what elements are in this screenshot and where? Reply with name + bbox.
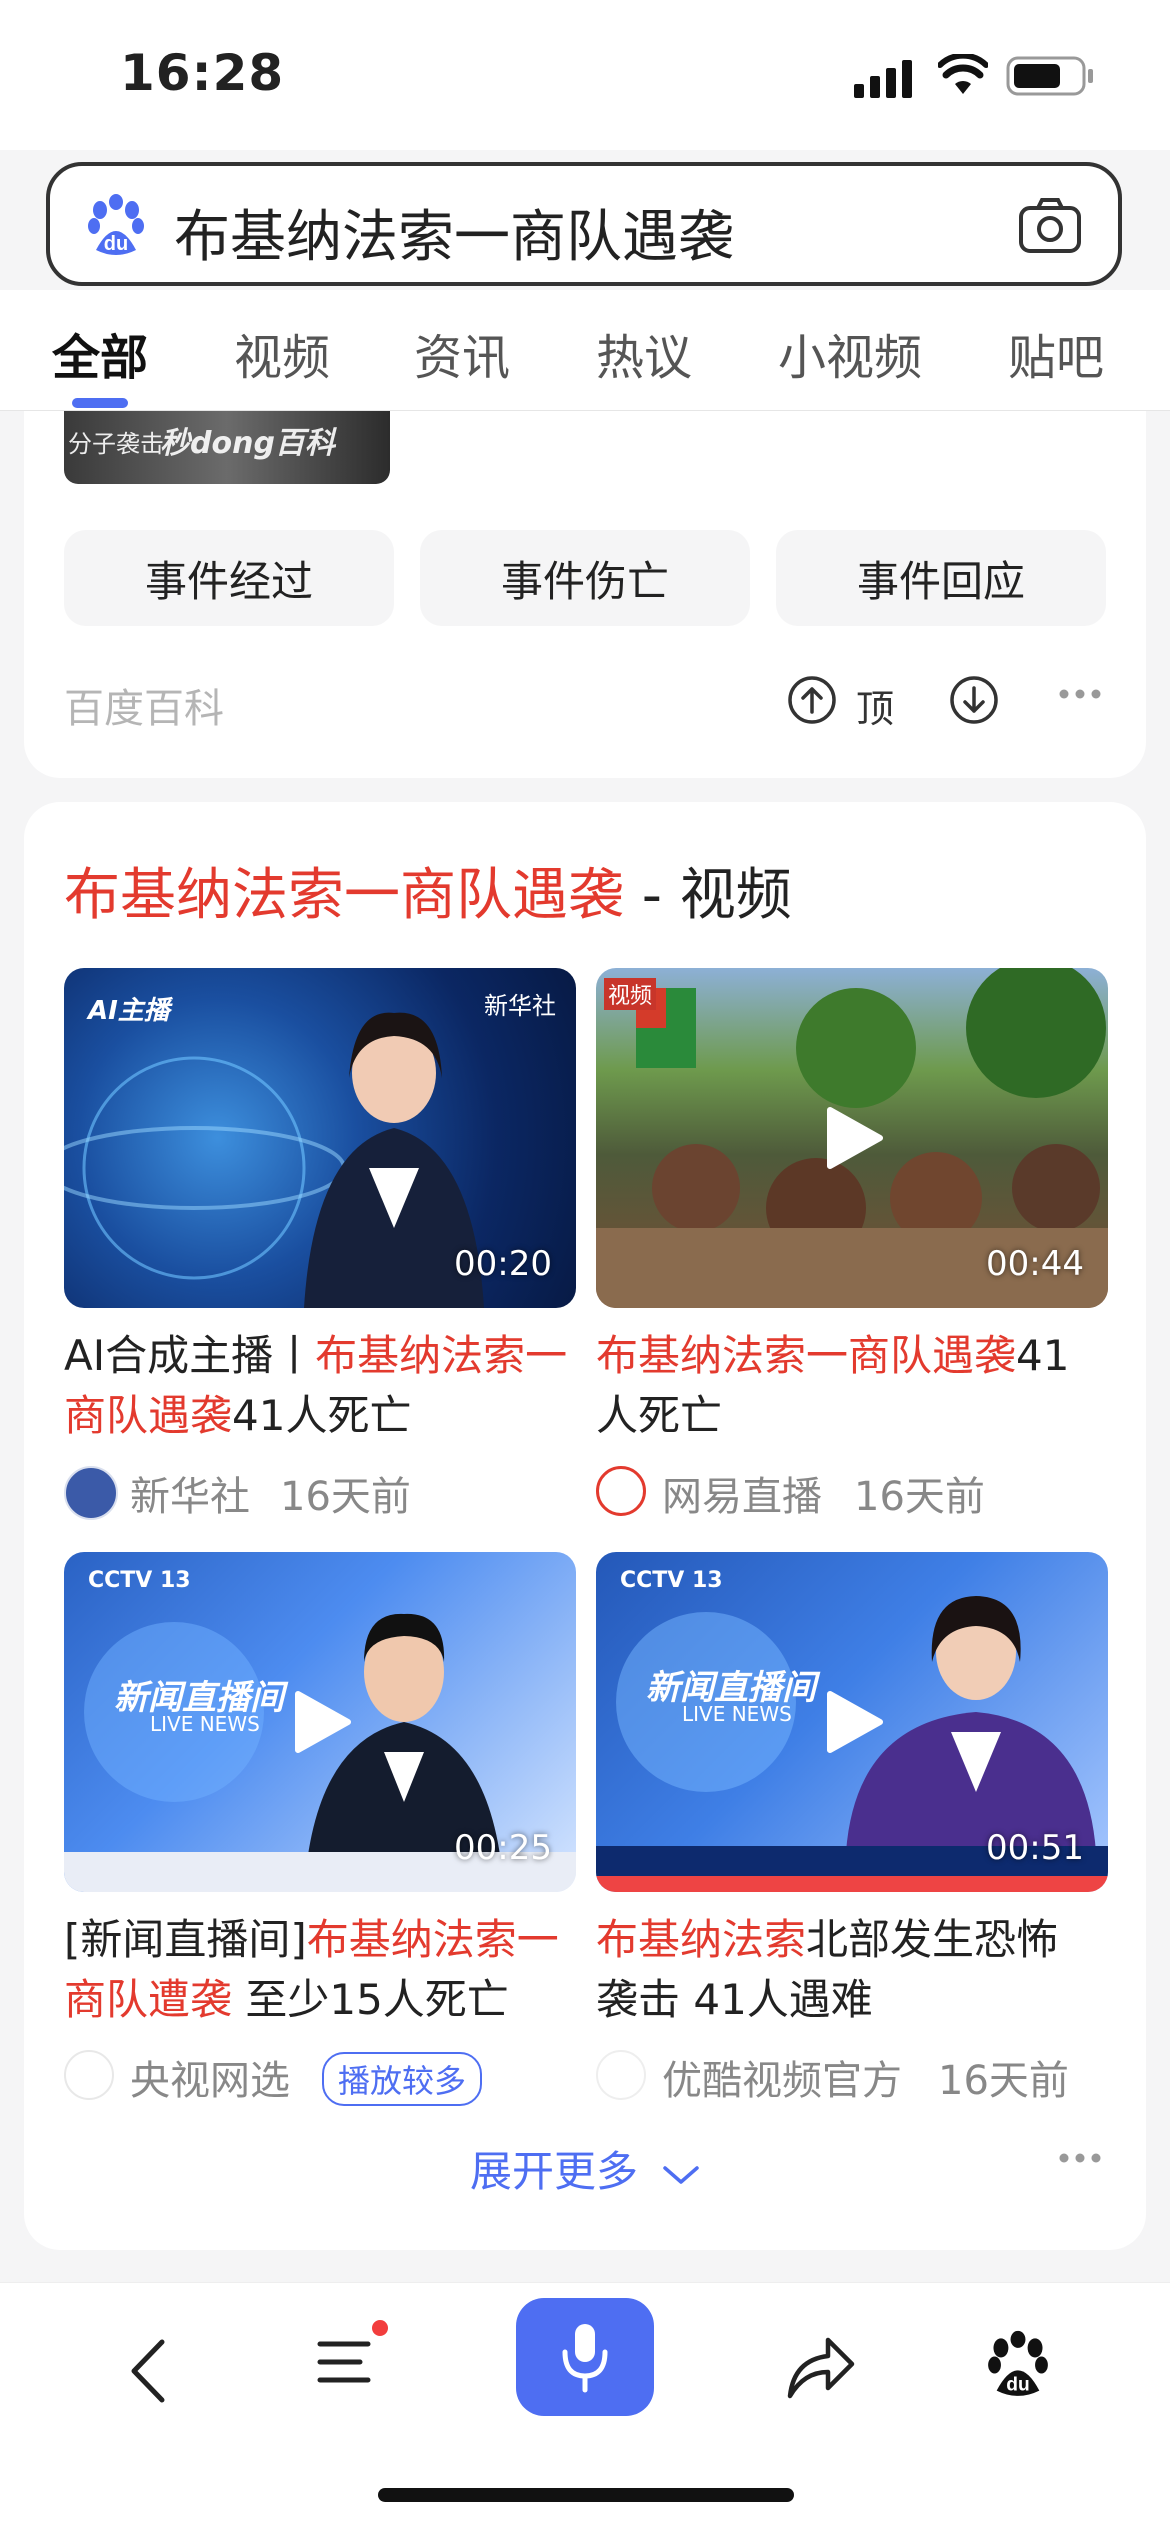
video-title[interactable]: 布基纳法索一商队遇袭41人死亡	[596, 1326, 1096, 1446]
wifi-icon	[938, 54, 988, 94]
video-publisher[interactable]: 网易直播	[662, 1464, 822, 1522]
xinhua-logo-icon	[64, 1466, 118, 1520]
popularity-badge: 播放较多	[322, 2052, 483, 2106]
video-thumbnail[interactable]: AI主播 新华社 00:20	[64, 968, 576, 1308]
menu-list-icon[interactable]	[316, 2316, 396, 2396]
search-tabs-bar	[0, 290, 1170, 411]
active-tab-indicator	[72, 398, 128, 408]
video-title[interactable]: [新闻直播间]布基纳法索一商队遭袭 至少15人死亡	[64, 1910, 584, 2030]
play-icon[interactable]	[288, 1690, 352, 1754]
channel-logo-text: CCTV 13	[88, 1568, 191, 1593]
video-section-title[interactable]: 布基纳法索一商队遇袭 - 视频	[64, 850, 792, 931]
svg-text:du: du	[104, 233, 128, 255]
chip-event-process[interactable]: 事件经过	[64, 530, 394, 626]
tab-short-video[interactable]: 小视频	[778, 318, 922, 388]
svg-text:du: du	[1006, 2375, 1029, 2396]
camera-icon[interactable]	[1018, 196, 1082, 254]
thumbnail-watermark: 秒dong百科	[160, 426, 335, 461]
chevron-down-icon	[663, 2165, 700, 2184]
channel-logo-text: CCTV 13	[620, 1568, 723, 1593]
video-overlay-subtext: LIVE NEWS	[682, 1702, 792, 1726]
status-time: 16:28	[120, 44, 285, 102]
tab-video[interactable]: 视频	[234, 318, 330, 388]
tab-all[interactable]: 全部	[52, 318, 148, 388]
more-options-icon[interactable]	[1058, 688, 1102, 700]
video-time: 16天前	[938, 2058, 1069, 2104]
video-thumbnail[interactable]: 视频 00:44	[596, 968, 1108, 1308]
vote-up-label[interactable]: 顶	[856, 678, 894, 733]
chip-event-casualties[interactable]: 事件伤亡	[420, 530, 750, 626]
back-arrow-icon[interactable]	[126, 2336, 170, 2406]
video-thumbnail[interactable]: CCTV 13 新闻直播间 LIVE NEWS 00:51	[596, 1552, 1108, 1892]
youku-logo-icon	[596, 2050, 646, 2100]
more-options-icon[interactable]	[1058, 2152, 1102, 2164]
thumbnail-caption: 分子袭击	[68, 430, 164, 458]
battery-icon	[1006, 56, 1093, 96]
video-overlay-text: AI主播	[88, 996, 170, 1026]
chip-event-response[interactable]: 事件回应	[776, 530, 1106, 626]
home-indicator	[378, 2488, 794, 2502]
video-title[interactable]: 布基纳法索北部发生恐怖袭击 41人遇难	[596, 1910, 1096, 2030]
tab-discussion[interactable]: 热议	[596, 318, 692, 388]
share-arrow-icon[interactable]	[786, 2334, 856, 2402]
video-overlay-logo: 新华社	[484, 992, 556, 1020]
video-time: 16天前	[854, 1474, 985, 1520]
cellular-signal-icon	[854, 60, 912, 98]
video-publisher[interactable]: 优酷视频官方	[662, 2048, 902, 2106]
thumbs-down-arrow-icon[interactable]	[948, 674, 1000, 726]
video-duration: 00:20	[454, 1244, 552, 1284]
expand-more-label: 展开更多	[470, 2147, 639, 2196]
thumbs-up-arrow-icon[interactable]	[786, 674, 838, 726]
video-duration: 00:25	[454, 1828, 552, 1868]
tab-tieba[interactable]: 贴吧	[1008, 318, 1104, 388]
search-query-text[interactable]: 布基纳法索一商队遇袭	[174, 192, 734, 273]
play-icon[interactable]	[820, 1690, 884, 1754]
video-publisher[interactable]: 新华社	[130, 1464, 250, 1522]
video-title[interactable]: AI合成主播丨布基纳法索一商队遇袭41人死亡	[64, 1326, 584, 1446]
baidu-paw-logo-icon: du	[88, 194, 144, 255]
video-duration: 00:51	[986, 1828, 1084, 1868]
microphone-icon	[562, 2324, 608, 2393]
video-overlay-subtext: LIVE NEWS	[150, 1712, 260, 1736]
video-duration: 00:44	[986, 1244, 1084, 1284]
voice-search-button[interactable]	[516, 2298, 654, 2416]
baidu-home-icon[interactable]: du	[986, 2330, 1050, 2400]
video-publisher[interactable]: 央视网选	[130, 2048, 290, 2106]
video-time: 16天前	[280, 1474, 411, 1520]
baike-video-thumbnail[interactable]: 分子袭击 秒dong百科	[64, 410, 390, 484]
video-thumbnail[interactable]: CCTV 13 新闻直播间 LIVE NEWS 00:25	[64, 1552, 576, 1892]
expand-more-button[interactable]: 展开更多	[470, 2138, 701, 2199]
play-icon[interactable]	[820, 1106, 884, 1170]
source-label[interactable]: 百度百科	[64, 676, 224, 734]
cctv-select-logo-icon	[64, 2050, 114, 2100]
video-overlay-text: 视频	[604, 978, 657, 1010]
tab-news[interactable]: 资讯	[414, 318, 510, 388]
netease-logo-icon	[596, 1466, 646, 1516]
